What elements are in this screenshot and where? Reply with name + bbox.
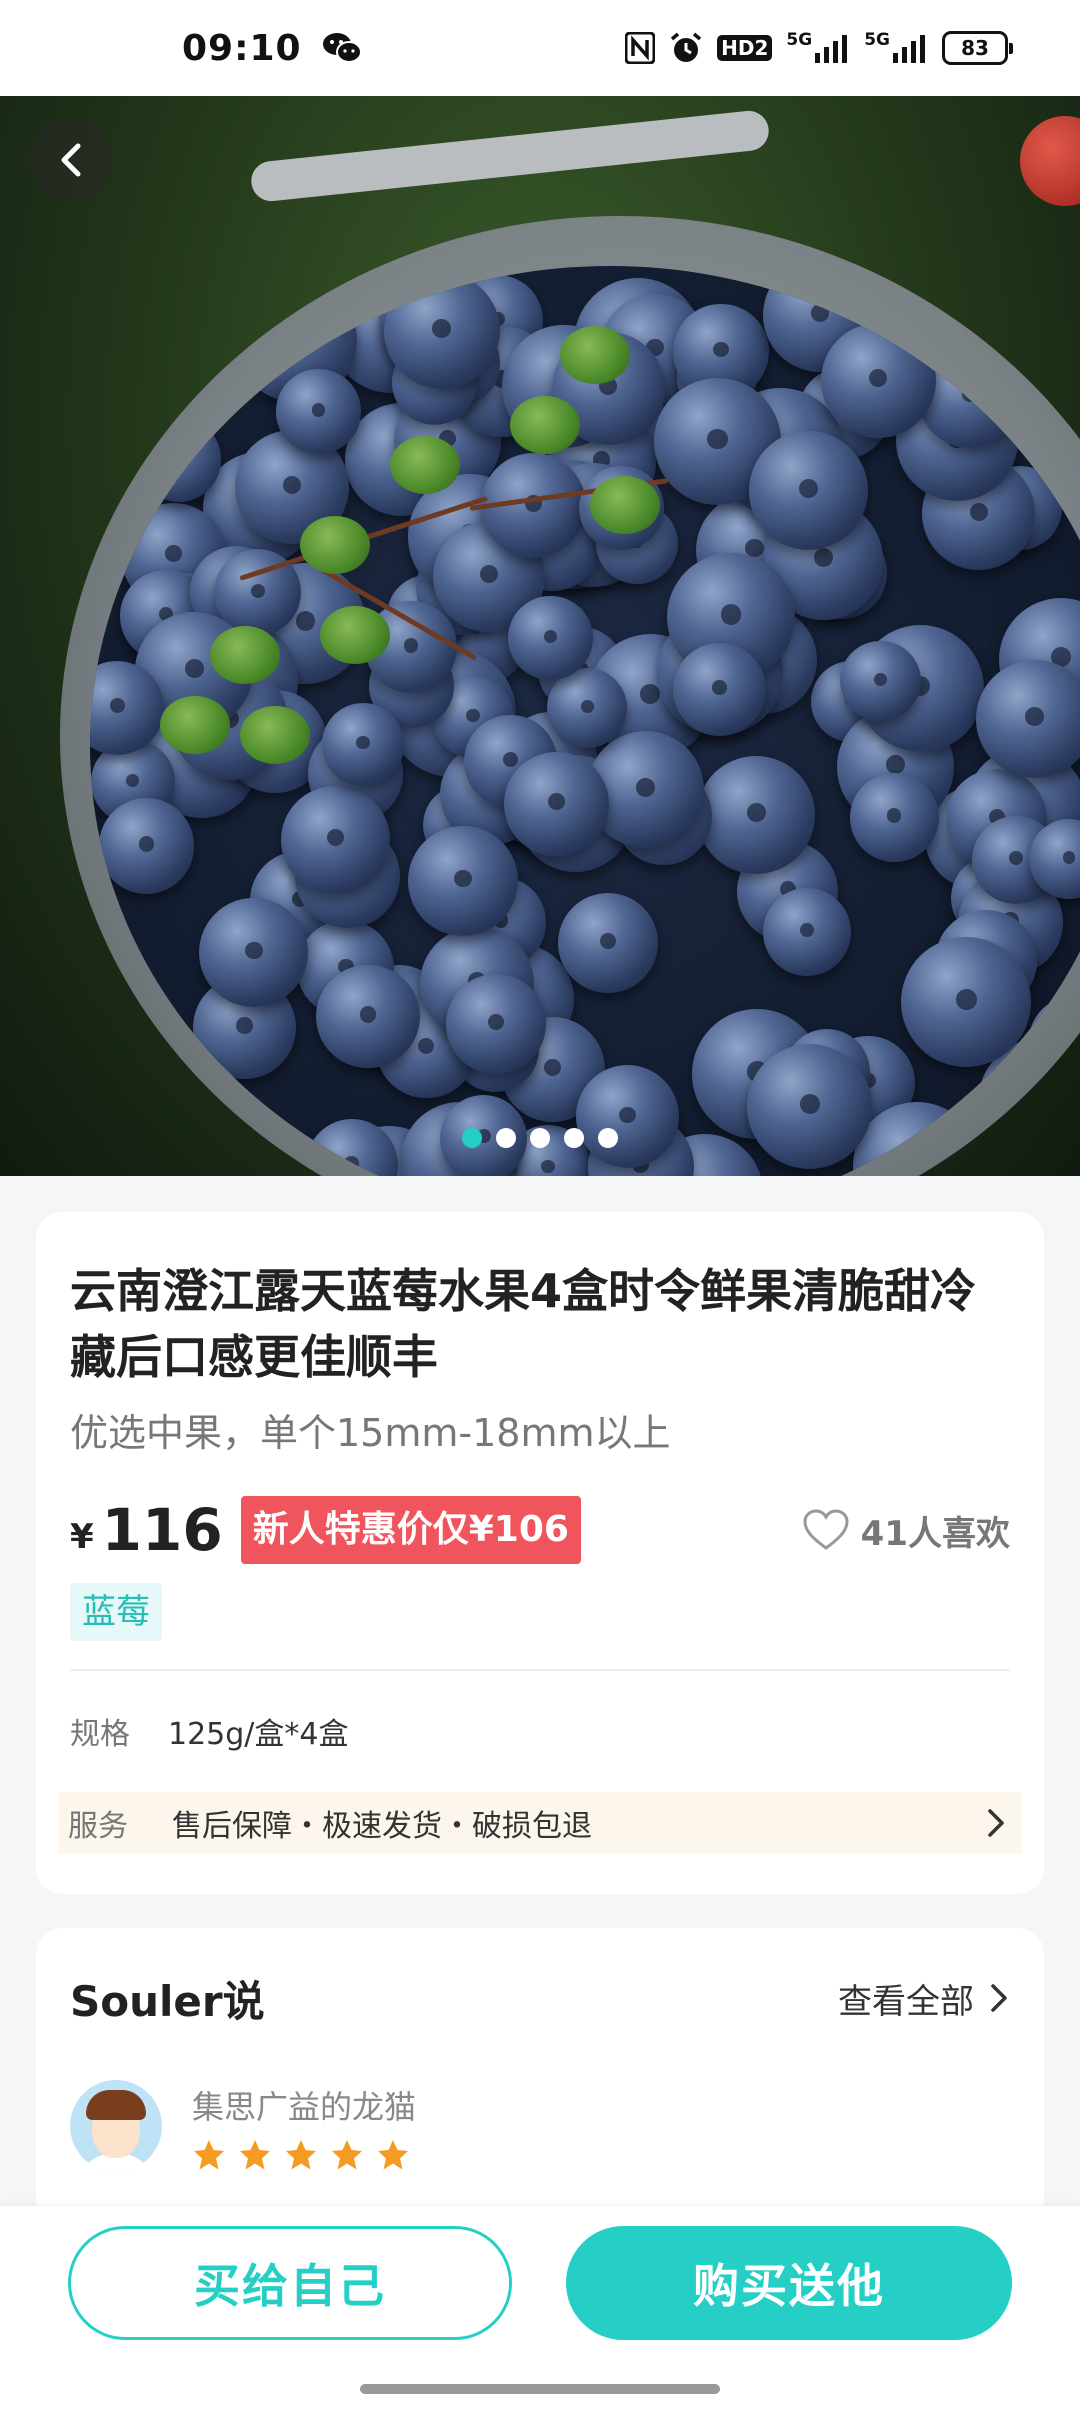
chevron-left-icon (61, 143, 81, 177)
buy-as-gift-button[interactable]: 购买送他 (566, 2226, 1012, 2340)
decorative-fruit (1020, 116, 1080, 206)
spec-label: 规格 (70, 1717, 130, 1752)
product-info-card: 云南澄江露天蓝莓水果4盒时令鲜果清脆甜冷藏后口感更佳顺丰 优选中果，单个15mm… (36, 1212, 1044, 1894)
battery-indicator: 83 (942, 31, 1013, 65)
carousel-dot[interactable] (530, 1128, 550, 1148)
divider (70, 1669, 1010, 1671)
category-tag[interactable]: 蓝莓 (70, 1583, 162, 1641)
reviews-title: Souler说 (70, 1976, 265, 2026)
carousel-indicator (0, 1128, 1080, 1148)
price-row: ¥ 116 新人特惠价仅¥106 41人喜欢 (70, 1495, 1010, 1565)
back-button[interactable] (30, 118, 114, 202)
heart-icon (803, 1509, 849, 1550)
carousel-dot[interactable] (462, 1128, 482, 1148)
service-row[interactable]: 服务 售后保障・极速发货・破损包退 (58, 1792, 1022, 1854)
star-icon (332, 2140, 362, 2170)
alarm-icon (669, 31, 703, 65)
product-title: 云南澄江露天蓝莓水果4盒时令鲜果清脆甜冷藏后口感更佳顺丰 (70, 1264, 977, 1384)
product-image-carousel[interactable] (0, 96, 1080, 1176)
likes-count: 41人喜欢 (860, 1513, 1010, 1554)
signal-5g-icon: 5G (786, 31, 850, 65)
spec-value: 125g/盒*4盒 (168, 1717, 349, 1752)
reviewer-name: 集思广益的龙猫 (192, 2088, 417, 2126)
buy-for-self-button[interactable]: 买给自己 (68, 2226, 512, 2340)
wechat-icon (322, 31, 362, 65)
service-label: 服务 (68, 1809, 128, 1844)
status-time: 09:10 (182, 27, 302, 69)
hd-icon: HD2 (717, 31, 773, 65)
new-user-promo-badge: 新人特惠价仅¥106 (240, 1496, 581, 1564)
service-value: 售后保障・极速发货・破损包退 (172, 1809, 592, 1844)
nfc-icon (625, 31, 656, 65)
carousel-dot[interactable] (564, 1128, 584, 1148)
chevron-right-icon (991, 1984, 1007, 2012)
price-value: 116 (101, 1496, 223, 1564)
like-button[interactable]: 41人喜欢 (803, 1495, 1010, 1565)
reviews-card: Souler说 查看全部 集思广益的龙猫 (36, 1928, 1044, 2228)
see-all-link[interactable]: 查看全部 (838, 1974, 1010, 2023)
spec-row[interactable]: 规格 125g/盒*4盒 (70, 1709, 1010, 1753)
reviews-header: Souler说 查看全部 (70, 1928, 1010, 2068)
carousel-dot[interactable] (598, 1128, 618, 1148)
home-indicator[interactable] (360, 2384, 720, 2394)
bottom-action-bar: 买给自己 购买送他 (0, 2206, 1080, 2412)
star-icon (194, 2140, 224, 2170)
see-all-label: 查看全部 (838, 1981, 974, 2022)
carousel-dot[interactable] (496, 1128, 516, 1148)
review-item[interactable]: 集思广益的龙猫 (70, 2080, 1010, 2172)
bucket-handle (249, 108, 771, 204)
currency-symbol: ¥ (70, 1517, 94, 1557)
star-icon (286, 2140, 316, 2170)
status-bar: 09:10 HD2 5G 5G 83 (0, 0, 1080, 96)
star-icon (378, 2140, 408, 2170)
chevron-right-icon (988, 1809, 1004, 1837)
star-icon (240, 2140, 270, 2170)
rating-stars (192, 2138, 416, 2172)
product-subtitle: 优选中果，单个15mm-18mm以上 (70, 1411, 671, 1455)
avatar[interactable] (70, 2080, 162, 2172)
signal-5g-icon: 5G (864, 31, 928, 65)
